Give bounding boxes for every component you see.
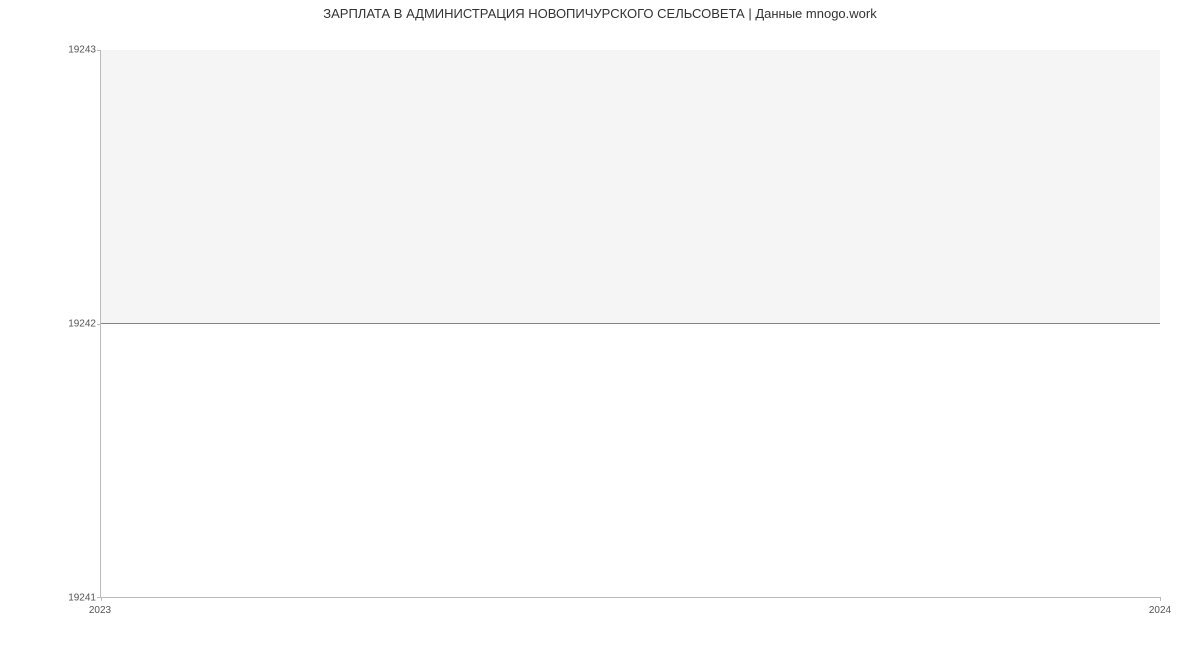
y-tick-mark	[97, 50, 101, 51]
x-tick-label: 2023	[89, 605, 111, 616]
x-tick-mark	[101, 597, 102, 601]
chart-container: ЗАРПЛАТА В АДМИНИСТРАЦИЯ НОВОПИЧУРСКОГО …	[0, 0, 1200, 650]
data-line	[101, 323, 1160, 324]
plot-area	[100, 50, 1160, 598]
plot-lower-half	[101, 324, 1160, 598]
y-tick-label: 19243	[68, 45, 96, 56]
chart-title: ЗАРПЛАТА В АДМИНИСТРАЦИЯ НОВОПИЧУРСКОГО …	[0, 6, 1200, 21]
y-tick-label: 19241	[68, 593, 96, 604]
y-tick-label: 19242	[68, 319, 96, 330]
x-tick-label: 2024	[1149, 605, 1171, 616]
x-tick-mark	[1160, 597, 1161, 601]
y-tick-mark	[97, 324, 101, 325]
